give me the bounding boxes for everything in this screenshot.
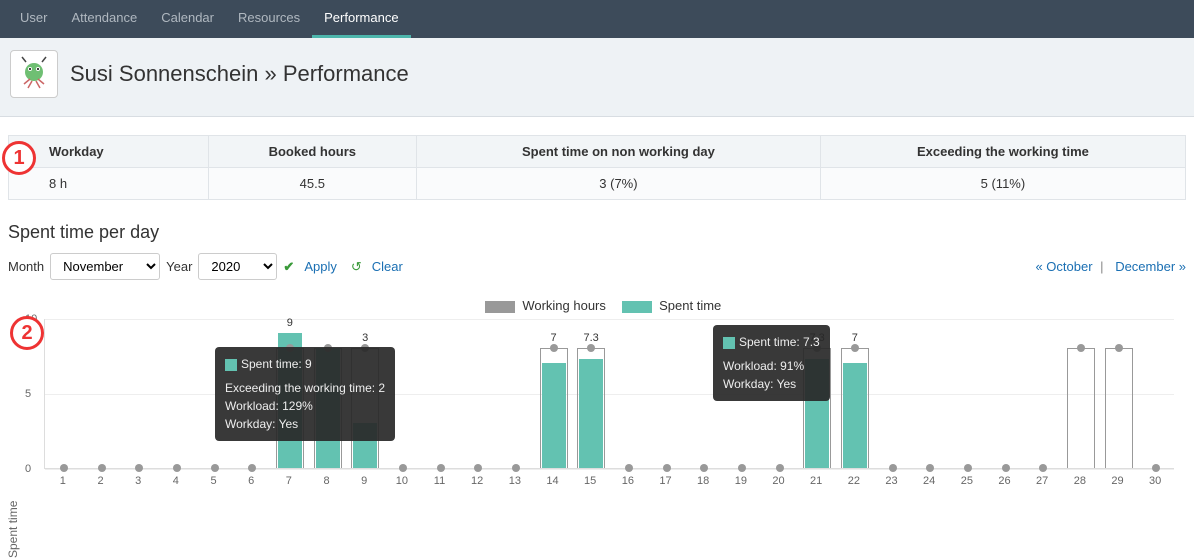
value-label: 7 [852, 332, 858, 344]
x-tick: 2 [97, 475, 103, 487]
tooltip-day-7: Spent time: 9 Exceeding the working time… [215, 347, 395, 441]
date-sep: | [1100, 259, 1103, 274]
value-label: 7.3 [584, 332, 599, 344]
summary-header: Workday [9, 136, 209, 168]
page-title: Susi Sonnenschein » Performance [70, 61, 409, 87]
year-select[interactable]: 2020 [198, 253, 277, 280]
summary-cell: 45.5 [208, 168, 416, 200]
x-tick: 20 [772, 475, 784, 487]
next-month-link[interactable]: December » [1115, 259, 1186, 274]
summary-cell: 5 (11%) [820, 168, 1185, 200]
x-tick: 25 [961, 475, 973, 487]
x-tick: 23 [885, 475, 897, 487]
nav-user[interactable]: User [8, 0, 59, 38]
x-tick: 3 [135, 475, 141, 487]
page-header: Susi Sonnenschein » Performance [0, 38, 1194, 117]
x-axis: 1234567891011121314151617181920212223242… [44, 469, 1174, 489]
legend-label-spent: Spent time [659, 298, 721, 313]
summary-cell: 3 (7%) [417, 168, 821, 200]
x-tick: 26 [998, 475, 1010, 487]
apply-icon: ✔ [283, 259, 294, 275]
working-hours-point [587, 344, 595, 352]
x-tick: 1 [60, 475, 66, 487]
x-tick: 8 [323, 475, 329, 487]
x-tick: 10 [396, 475, 408, 487]
nav-resources[interactable]: Resources [226, 0, 312, 38]
spent-time-bar[interactable] [542, 363, 566, 468]
x-tick: 12 [471, 475, 483, 487]
month-label: Month [8, 259, 44, 274]
nav-attendance[interactable]: Attendance [59, 0, 149, 38]
x-tick: 11 [434, 475, 445, 487]
callout-1: 1 [2, 141, 36, 175]
section-title: Spent time per day [8, 222, 1186, 243]
x-tick: 24 [923, 475, 935, 487]
prev-month-link[interactable]: « October [1035, 259, 1092, 274]
x-tick: 14 [546, 475, 558, 487]
month-select[interactable]: November [50, 253, 160, 280]
summary-header: Exceeding the working time [820, 136, 1185, 168]
tooltip-day-21: Spent time: 7.3 Workload: 91% Workday: Y… [713, 325, 830, 401]
x-tick: 15 [584, 475, 596, 487]
chart-legend: Working hours Spent time [8, 298, 1186, 313]
x-tick: 7 [286, 475, 292, 487]
summary-header: Spent time on non working day [417, 136, 821, 168]
x-tick: 5 [210, 475, 216, 487]
spent-time-bar[interactable] [579, 359, 603, 469]
value-label: 9 [287, 317, 293, 329]
x-tick: 27 [1036, 475, 1048, 487]
apply-link[interactable]: Apply [304, 259, 337, 274]
spent-time-bar[interactable] [843, 363, 867, 468]
nav-calendar[interactable]: Calendar [149, 0, 226, 38]
summary-table: WorkdayBooked hoursSpent time on non wor… [8, 135, 1186, 200]
x-tick: 6 [248, 475, 254, 487]
working-hours-point [550, 344, 558, 352]
x-tick: 30 [1149, 475, 1161, 487]
nav-performance[interactable]: Performance [312, 0, 410, 38]
working-hours-point [1077, 344, 1085, 352]
x-tick: 29 [1111, 475, 1123, 487]
x-tick: 13 [509, 475, 521, 487]
working-hours-point [1115, 344, 1123, 352]
clear-link[interactable]: Clear [372, 259, 403, 274]
top-nav: UserAttendanceCalendarResourcesPerforman… [0, 0, 1194, 38]
value-label: 3 [362, 332, 368, 344]
working-hours-point [851, 344, 859, 352]
x-tick: 16 [622, 475, 634, 487]
avatar [10, 50, 58, 98]
x-tick: 19 [735, 475, 747, 487]
legend-swatch-working [485, 301, 515, 313]
legend-label-working: Working hours [522, 298, 606, 313]
y-axis-label: Spent time [6, 501, 20, 558]
year-label: Year [166, 259, 192, 274]
x-tick: 4 [173, 475, 179, 487]
working-hours-bar [1105, 348, 1133, 468]
filter-bar: Month November Year 2020 ✔ Apply ↺ Clear… [8, 253, 1186, 280]
x-tick: 9 [361, 475, 367, 487]
x-tick: 21 [810, 475, 822, 487]
working-hours-bar [1067, 348, 1095, 468]
x-tick: 28 [1074, 475, 1086, 487]
summary-cell: 8 h [9, 168, 209, 200]
value-label: 7 [550, 332, 556, 344]
x-tick: 22 [848, 475, 860, 487]
chart-plot: Spent time: 9 Exceeding the working time… [44, 319, 1174, 469]
legend-swatch-spent [622, 301, 652, 313]
x-tick: 17 [659, 475, 671, 487]
callout-2: 2 [10, 316, 44, 350]
clear-icon: ↺ [351, 259, 362, 275]
x-tick: 18 [697, 475, 709, 487]
summary-header: Booked hours [208, 136, 416, 168]
